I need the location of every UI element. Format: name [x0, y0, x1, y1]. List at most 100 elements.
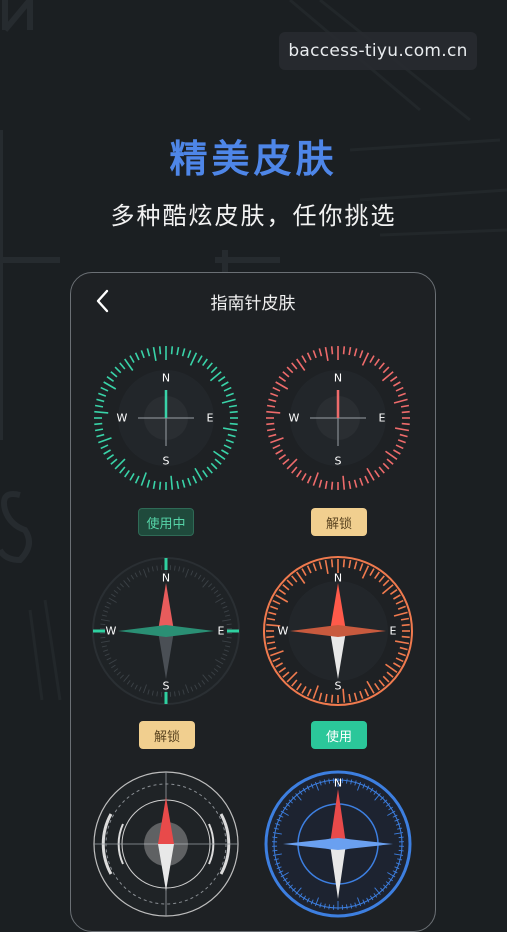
dial-tick: [283, 585, 289, 590]
skin-card-grey-tech[interactable]: [91, 769, 241, 932]
dial-tick: [153, 481, 154, 489]
dial-tick: [393, 595, 400, 599]
dial-tick: [302, 569, 306, 576]
dial-tick: [344, 559, 345, 567]
dial-tick: [363, 353, 369, 366]
dial-tick: [279, 377, 286, 382]
dial-tick: [394, 399, 408, 403]
dial-tick: [396, 445, 403, 448]
dial-tick: [283, 372, 289, 377]
dial-tick: [95, 429, 103, 430]
dial-tick: [141, 350, 144, 358]
dial-tick: [101, 445, 108, 448]
compass-e-label: E: [379, 412, 386, 425]
dial-tick: [375, 683, 380, 690]
dial-tick: [268, 648, 276, 650]
dial-tick: [230, 424, 238, 425]
dial-tick: [223, 428, 237, 430]
dial-tick: [383, 463, 389, 469]
dial-tick: [365, 476, 368, 483]
dial-tick: [319, 348, 321, 356]
compass-n-label: N: [162, 572, 170, 585]
headline: 精美皮肤: [0, 128, 507, 183]
dial-tick: [183, 480, 185, 488]
dial-tick: [349, 694, 350, 702]
dial-tick: [226, 440, 234, 443]
dial-tick: [267, 618, 275, 619]
dial-tick: [355, 480, 357, 488]
dial-tick: [344, 346, 345, 354]
dial-tick: [94, 412, 108, 413]
dial-tick: [375, 572, 380, 579]
skin-card-dark-star[interactable]: N S E W 解锁: [91, 556, 241, 756]
compass-grey-tech-icon: [91, 769, 241, 919]
dial-tick: [270, 438, 283, 443]
skin-card-blue-star[interactable]: N: [263, 769, 413, 932]
dial-tick: [399, 850, 404, 851]
dial-tick: [267, 405, 275, 406]
dial-tick: [224, 388, 231, 391]
dial-tick: [279, 590, 286, 595]
dial-tick: [383, 367, 389, 373]
in-use-button[interactable]: 使用中: [138, 508, 194, 536]
dial-tick: [367, 468, 374, 480]
dial-tick: [111, 459, 117, 464]
compass-n-label: N: [334, 572, 342, 585]
dial-tick: [160, 482, 161, 490]
skin-card-coral[interactable]: N S E W 解锁: [263, 343, 413, 543]
dial-tick: [101, 388, 108, 391]
dial-tick: [276, 663, 283, 667]
dial-tick: [400, 648, 408, 650]
dial-tick: [198, 356, 202, 363]
dial-tick: [115, 367, 121, 373]
dial-tick: [401, 618, 409, 619]
dial-tick: [268, 612, 276, 614]
dial-tick: [215, 459, 221, 464]
dial-tick: [227, 637, 232, 638]
skin-card-teal[interactable]: N S E W 使用中: [91, 343, 241, 543]
dial-tick: [332, 559, 333, 567]
unlock-button[interactable]: 解锁: [311, 508, 367, 536]
dial-tick: [402, 412, 410, 413]
dial-tick: [207, 467, 212, 473]
compass-w-label: W: [117, 412, 128, 425]
dial-tick: [136, 353, 139, 360]
dial-tick: [177, 347, 178, 355]
dial-tick: [160, 346, 161, 354]
watermark-url: baccess-tiyu.com.cn: [279, 32, 477, 70]
dial-tick: [360, 691, 363, 699]
dial-tick: [230, 412, 238, 413]
dial-tick: [98, 438, 111, 443]
dial-tick: [107, 377, 114, 382]
dial-tick: [266, 424, 274, 425]
subheadline: 多种酷炫皮肤，任你挑选: [0, 196, 507, 231]
dial-tick: [319, 561, 321, 569]
dial-tick: [349, 481, 350, 489]
dial-tick: [360, 563, 363, 571]
dial-tick: [211, 463, 217, 469]
dial-tick: [396, 601, 403, 604]
dial-tick: [387, 672, 393, 677]
skin-card-orange-star[interactable]: N S E W 使用: [263, 556, 413, 756]
unlock-button[interactable]: 解锁: [139, 721, 195, 749]
dial-tick: [229, 405, 237, 406]
dial-tick: [287, 367, 293, 373]
dial-tick: [355, 348, 357, 356]
dial-tick: [390, 590, 397, 595]
compass-e-label: E: [218, 625, 225, 638]
dial-tick: [130, 473, 134, 480]
dial-tick: [313, 473, 318, 486]
dial-tick: [195, 468, 202, 480]
dial-tick: [402, 625, 410, 626]
dial-tick: [387, 459, 393, 464]
dial-tick: [313, 563, 316, 571]
dial-tick: [398, 440, 406, 443]
dial-tick: [218, 377, 225, 382]
dial-tick: [125, 470, 130, 477]
dial-tick: [153, 347, 155, 361]
use-button[interactable]: 使用: [311, 721, 367, 749]
dial-tick: [390, 377, 397, 382]
dial-tick: [203, 359, 208, 366]
dial-tick: [400, 435, 408, 437]
compass-s-label: S: [163, 455, 170, 468]
